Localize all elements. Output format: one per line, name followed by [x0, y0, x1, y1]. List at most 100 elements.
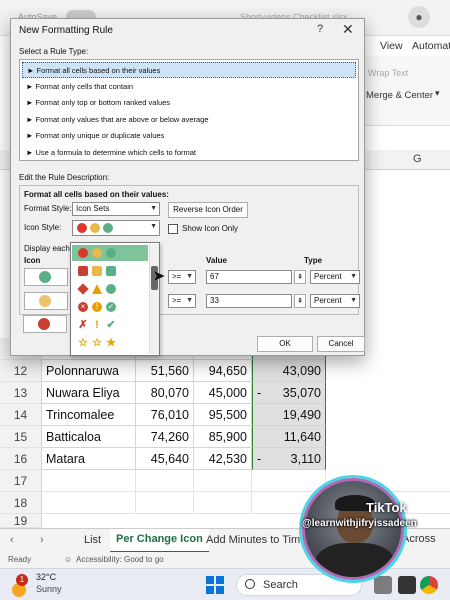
cell-value-a[interactable]: 80,070	[136, 382, 194, 404]
prev-sheet-icon[interactable]: ‹	[10, 534, 14, 546]
sheet-tab-across[interactable]: Across	[402, 533, 436, 545]
icon-style-option[interactable]	[72, 245, 148, 261]
cell-value-b[interactable]: 85,900	[194, 426, 252, 448]
status-accessibility[interactable]: Accessibility: Good to go	[76, 555, 164, 564]
type-select-1[interactable]: Percent ▼	[310, 270, 360, 284]
chevron-down-icon[interactable]: ▾	[435, 88, 440, 99]
accessibility-icon[interactable]: ☺	[64, 555, 72, 564]
rule-type-item[interactable]: ► Format only values that are above or b…	[22, 112, 356, 128]
row-header[interactable]: 15	[0, 426, 42, 448]
edit-rule-description-label: Edit the Rule Description:	[19, 173, 110, 182]
next-sheet-icon[interactable]: ›	[40, 534, 44, 546]
cell-change[interactable]: - 3,110	[252, 448, 326, 470]
cell-value-a[interactable]: 51,560	[136, 360, 194, 382]
value-column-header: Value	[206, 256, 227, 265]
rule-type-item[interactable]: ► Format only cells that contain	[22, 79, 356, 95]
icon-style-option[interactable]: ✗! ✔	[72, 317, 148, 333]
cell-change[interactable]: - 35,070	[252, 382, 326, 404]
value-input-2[interactable]: 33	[206, 294, 292, 308]
user-avatar[interactable]: ●	[408, 6, 430, 28]
cancel-button[interactable]: Cancel	[317, 336, 365, 352]
chevron-down-icon: ▼	[186, 297, 193, 304]
operator-select-2[interactable]: >= ▼	[168, 294, 196, 308]
chrome-icon[interactable]	[420, 576, 438, 594]
row-header[interactable]: 19	[0, 514, 42, 528]
operator-value-1: >=	[172, 272, 182, 281]
operator-value-2: >=	[172, 296, 182, 305]
cell-value-b[interactable]: 45,000	[194, 382, 252, 404]
row-header[interactable]: 13	[0, 382, 42, 404]
taskbar-app-icon[interactable]	[398, 576, 416, 594]
windows-start-icon[interactable]	[206, 576, 224, 594]
rule-type-item[interactable]: ► Use a formula to determine which cells…	[22, 145, 356, 161]
cell-change-value: 35,070	[282, 386, 321, 400]
rule-type-item[interactable]: ► Format only top or bottom ranked value…	[22, 95, 356, 111]
icon-rule-3-picker[interactable]	[23, 315, 67, 333]
cell-city[interactable]: Batticaloa	[42, 426, 136, 448]
row-header[interactable]: 16	[0, 448, 42, 470]
cell-value-b[interactable]: 42,530	[194, 448, 252, 470]
icon-rule-1-picker[interactable]	[24, 268, 68, 286]
icon-style-option[interactable]: ☆ ☆ ★	[72, 335, 148, 351]
empty-row[interactable]	[42, 470, 450, 492]
taskbar-app-icon[interactable]	[374, 576, 392, 594]
green-circle-icon	[39, 271, 51, 283]
row-header[interactable]: 18	[0, 492, 42, 514]
rule-type-item[interactable]: ► Format only unique or duplicate values	[22, 128, 356, 144]
column-header-g[interactable]: G	[413, 153, 422, 165]
chevron-down-icon: ▼	[186, 273, 193, 280]
sheet-tab-per-change-icon[interactable]: Per Change Icon	[110, 529, 209, 553]
range-select-icon[interactable]: ⇞	[294, 294, 306, 308]
icon-style-option[interactable]	[72, 263, 148, 279]
icon-rule-2-picker[interactable]	[24, 292, 68, 310]
weather-temperature[interactable]: 32°C	[36, 572, 56, 582]
sheet-tab-list[interactable]: List	[84, 534, 101, 546]
cell-value-b[interactable]: 95,500	[194, 404, 252, 426]
reverse-icon-order-button[interactable]: Reverse Icon Order	[168, 202, 248, 218]
cell-value-b[interactable]: 94,650	[194, 360, 252, 382]
row-header[interactable]: 12	[0, 360, 42, 382]
sheet-tab-add-minutes[interactable]: Add Minutes to Time	[206, 534, 306, 546]
cell-change[interactable]: 19,490	[252, 404, 326, 426]
type-select-2[interactable]: Percent ▼	[310, 294, 360, 308]
cell-city[interactable]: Nuwara Eliya	[42, 382, 136, 404]
icon-glyph: ×	[78, 302, 88, 312]
cell-city[interactable]: Trincomalee	[42, 404, 136, 426]
rule-type-item[interactable]: ► Format all cells based on their values	[22, 62, 356, 78]
creator-body	[315, 543, 395, 577]
icon-style-select[interactable]: ▼	[72, 220, 160, 236]
type-column-header: Type	[304, 256, 323, 265]
circle-icon	[106, 284, 116, 294]
format-style-select[interactable]: Icon Sets ▼	[72, 202, 160, 216]
cell-value-a[interactable]: 45,640	[136, 448, 194, 470]
red-circle-icon	[77, 223, 87, 233]
tab-automate[interactable]: Automat	[412, 40, 450, 52]
cell-change[interactable]: 11,640	[252, 426, 326, 448]
format-all-heading: Format all cells based on their values:	[24, 190, 169, 199]
weather-condition[interactable]: Sunny	[36, 584, 62, 594]
cell-city[interactable]: Polonnaruwa	[42, 360, 136, 382]
search-icon	[245, 579, 255, 589]
cell-change[interactable]: 43,090	[252, 360, 326, 382]
value-input-1[interactable]: 67	[206, 270, 292, 284]
help-icon[interactable]: ?	[317, 23, 323, 35]
close-icon[interactable]: ✕	[342, 21, 354, 38]
icon-glyph: ✔	[106, 319, 116, 331]
operator-select-1[interactable]: >= ▼	[168, 270, 196, 284]
merge-center-button[interactable]: Merge & Center	[366, 90, 433, 101]
ok-button[interactable]: OK	[257, 336, 313, 352]
icon-style-option[interactable]	[72, 281, 148, 297]
cell-city[interactable]: Matara	[42, 448, 136, 470]
show-icon-only-checkbox[interactable]	[168, 224, 178, 234]
row-header[interactable]: 17	[0, 470, 42, 492]
wrap-text-button[interactable]: Wrap Text	[368, 68, 408, 78]
status-ready: Ready	[8, 555, 32, 564]
row-header[interactable]: 14	[0, 404, 42, 426]
tab-view[interactable]: View	[380, 40, 403, 52]
cell-value-a[interactable]: 76,010	[136, 404, 194, 426]
cell-value-a[interactable]: 74,260	[136, 426, 194, 448]
mouse-cursor-icon: ➤	[152, 268, 166, 285]
icon-style-option[interactable]: ×! ✓	[72, 299, 148, 315]
dropdown-scrollbar[interactable]	[149, 244, 159, 354]
range-select-icon[interactable]: ⇞	[294, 270, 306, 284]
